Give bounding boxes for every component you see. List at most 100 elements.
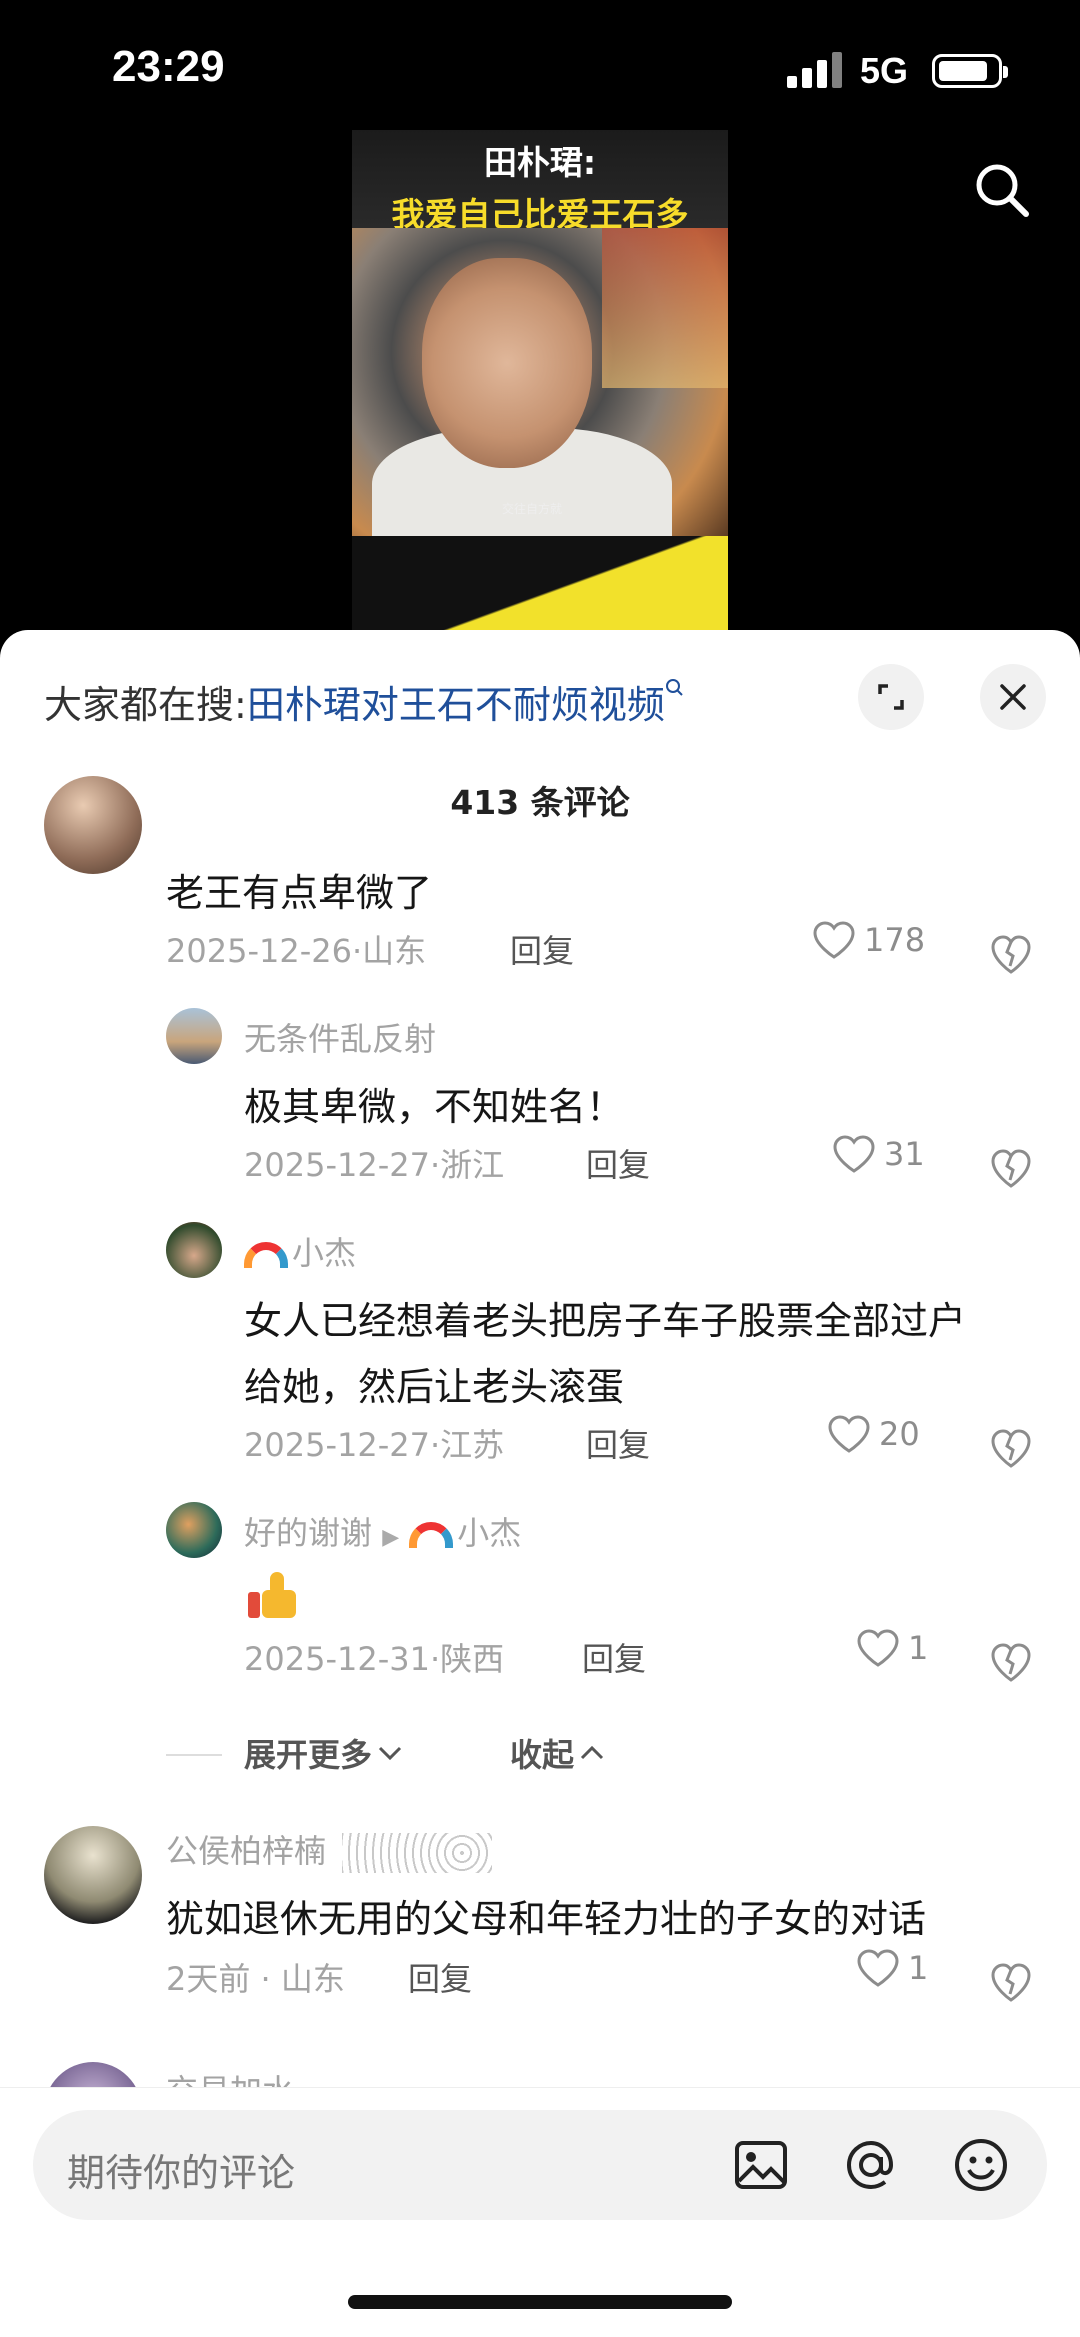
video-bottom-bar: [352, 536, 728, 630]
video-subtitle: 交往自方就: [502, 502, 563, 516]
collapse-label: 收起: [510, 1736, 575, 1774]
hot-search-query[interactable]: 田朴珺对王石不耐烦视频: [247, 683, 665, 727]
chevron-down-icon: [378, 1746, 402, 1761]
heart-icon: [833, 1135, 875, 1173]
comment-date: 2025-12-27: [244, 1146, 430, 1184]
avatar[interactable]: [44, 776, 142, 874]
heart-icon: [828, 1415, 870, 1453]
commenter-name[interactable]: 公侯柏梓楠: [166, 1826, 493, 1873]
heart-icon: [857, 1949, 899, 1987]
comment-date: 2025-12-26: [166, 932, 352, 970]
reply-button[interactable]: 回复: [510, 926, 574, 972]
reply-button[interactable]: 回复: [586, 1140, 650, 1186]
dislike-icon[interactable]: [989, 1640, 1033, 1684]
expand-more-button[interactable]: 展开更多: [244, 1730, 404, 1776]
comment-location: 陕西: [440, 1640, 505, 1678]
video-background: [602, 228, 728, 388]
close-icon: [1000, 684, 1026, 710]
commenter-name-text: 公侯柏梓楠: [166, 1832, 327, 1870]
video-player[interactable]: 田朴珺: 我爱自己比爱王石多 交往自方就: [352, 130, 728, 630]
like-count: 1: [908, 1949, 929, 1987]
rainbow-emoji: [409, 1522, 454, 1548]
video-caption-line1: 田朴珺:: [483, 143, 597, 182]
heart-icon: [813, 921, 855, 959]
comment-text: 极其卑微，不知姓名！: [244, 1085, 625, 1129]
comment-input-placeholder: 期待你的评论: [67, 2151, 296, 2195]
decoration-sticker: [342, 1833, 493, 1873]
comment-input[interactable]: 期待你的评论: [33, 2110, 1047, 2220]
avatar[interactable]: [166, 1502, 222, 1558]
status-time: 23:29: [112, 42, 225, 91]
dislike-icon[interactable]: [989, 1146, 1033, 1190]
comment-text-line2: 给她，然后让老头滚蛋: [244, 1365, 625, 1409]
small-search-icon: [665, 679, 683, 696]
reply-button[interactable]: 回复: [586, 1420, 650, 1466]
home-indicator[interactable]: [348, 2295, 732, 2309]
thread-divider: [166, 1754, 222, 1756]
commenter-name[interactable]: 好的谢谢 ▶ 小杰: [244, 1508, 521, 1554]
like-count: 178: [864, 921, 926, 959]
image-icon[interactable]: [731, 2135, 791, 2195]
emoji-icon[interactable]: [951, 2135, 1011, 2195]
like-count: 31: [884, 1135, 925, 1173]
comment-meta: 2025-12-27·浙江: [244, 1146, 505, 1184]
commenter-name-text: 好的谢谢: [244, 1514, 373, 1552]
dislike-icon[interactable]: [989, 1960, 1033, 2004]
commenter-name-text: 小杰: [292, 1234, 357, 1272]
hot-search-prefix: 大家都在搜:: [44, 683, 247, 727]
close-button[interactable]: [980, 664, 1046, 730]
rainbow-emoji: [244, 1242, 288, 1268]
comment-location: 山东: [362, 932, 427, 970]
comment-location: 山东: [280, 1960, 345, 1998]
comment-meta: 2025-12-31·陕西: [244, 1640, 505, 1678]
like-count: 20: [879, 1415, 920, 1453]
comment-date: 2025-12-27: [244, 1426, 430, 1464]
reply-button[interactable]: 回复: [408, 1954, 472, 2000]
video-frame: 交往自方就: [352, 228, 728, 568]
comment-date: 2天前: [166, 1960, 251, 1998]
thumbs-up-emoji: [248, 1570, 298, 1620]
comment-sheet: 大家都在搜:田朴珺对王石不耐烦视频 413 条评论 老王有点卑微了 2025-1…: [0, 630, 1080, 2337]
reply-button[interactable]: 回复: [582, 1634, 646, 1680]
avatar[interactable]: [44, 1826, 142, 1924]
commenter-name[interactable]: 无条件乱反射: [244, 1014, 436, 1060]
comment-date: 2025-12-31: [244, 1640, 430, 1678]
hot-search-banner[interactable]: 大家都在搜:田朴珺对王石不耐烦视频: [44, 674, 685, 729]
comment-meta: 2天前 · 山东: [166, 1960, 345, 1998]
video-caption: 田朴珺: 我爱自己比爱王石多: [352, 130, 728, 234]
video-person-face: [422, 258, 592, 468]
comment-meta: 2025-12-27·江苏: [244, 1426, 505, 1464]
battery-icon: [932, 54, 1008, 88]
comment-text-line1: 女人已经想着老头把房子车子股票全部过户: [244, 1299, 967, 1343]
like-button[interactable]: 178: [812, 920, 925, 960]
status-bar: 23:29 5G: [0, 0, 1080, 130]
reply-to-name: 小杰: [457, 1514, 522, 1552]
reply-arrow-icon: ▶: [382, 1525, 400, 1550]
network-label: 5G: [860, 50, 909, 91]
like-button[interactable]: 20: [827, 1414, 920, 1454]
like-button[interactable]: 31: [832, 1134, 925, 1174]
comment-text: 老王有点卑微了: [166, 871, 433, 915]
commenter-name[interactable]: 小杰: [244, 1228, 356, 1274]
signal-icon: [787, 52, 842, 88]
like-button[interactable]: 1: [856, 1628, 928, 1668]
at-icon[interactable]: [841, 2135, 901, 2195]
dislike-icon[interactable]: [989, 1426, 1033, 1470]
search-icon[interactable]: [972, 160, 1032, 220]
expand-icon: [878, 684, 904, 710]
comment-location: 浙江: [440, 1146, 505, 1184]
expand-button[interactable]: [858, 664, 924, 730]
comment-text: 犹如退休无用的父母和年轻力壮的子女的对话: [166, 1897, 927, 1941]
chevron-up-icon: [580, 1745, 604, 1760]
like-button[interactable]: 1: [856, 1948, 928, 1988]
collapse-button[interactable]: 收起: [510, 1730, 606, 1776]
comment-meta: 2025-12-26·山东: [166, 932, 427, 970]
dislike-icon[interactable]: [989, 932, 1033, 976]
like-count: 1: [908, 1629, 929, 1667]
heart-icon: [857, 1629, 899, 1667]
expand-more-label: 展开更多: [244, 1736, 373, 1774]
avatar[interactable]: [166, 1222, 222, 1278]
avatar[interactable]: [166, 1008, 222, 1064]
comment-count: 413 条评论: [450, 783, 630, 822]
comment-location: 江苏: [440, 1426, 505, 1464]
